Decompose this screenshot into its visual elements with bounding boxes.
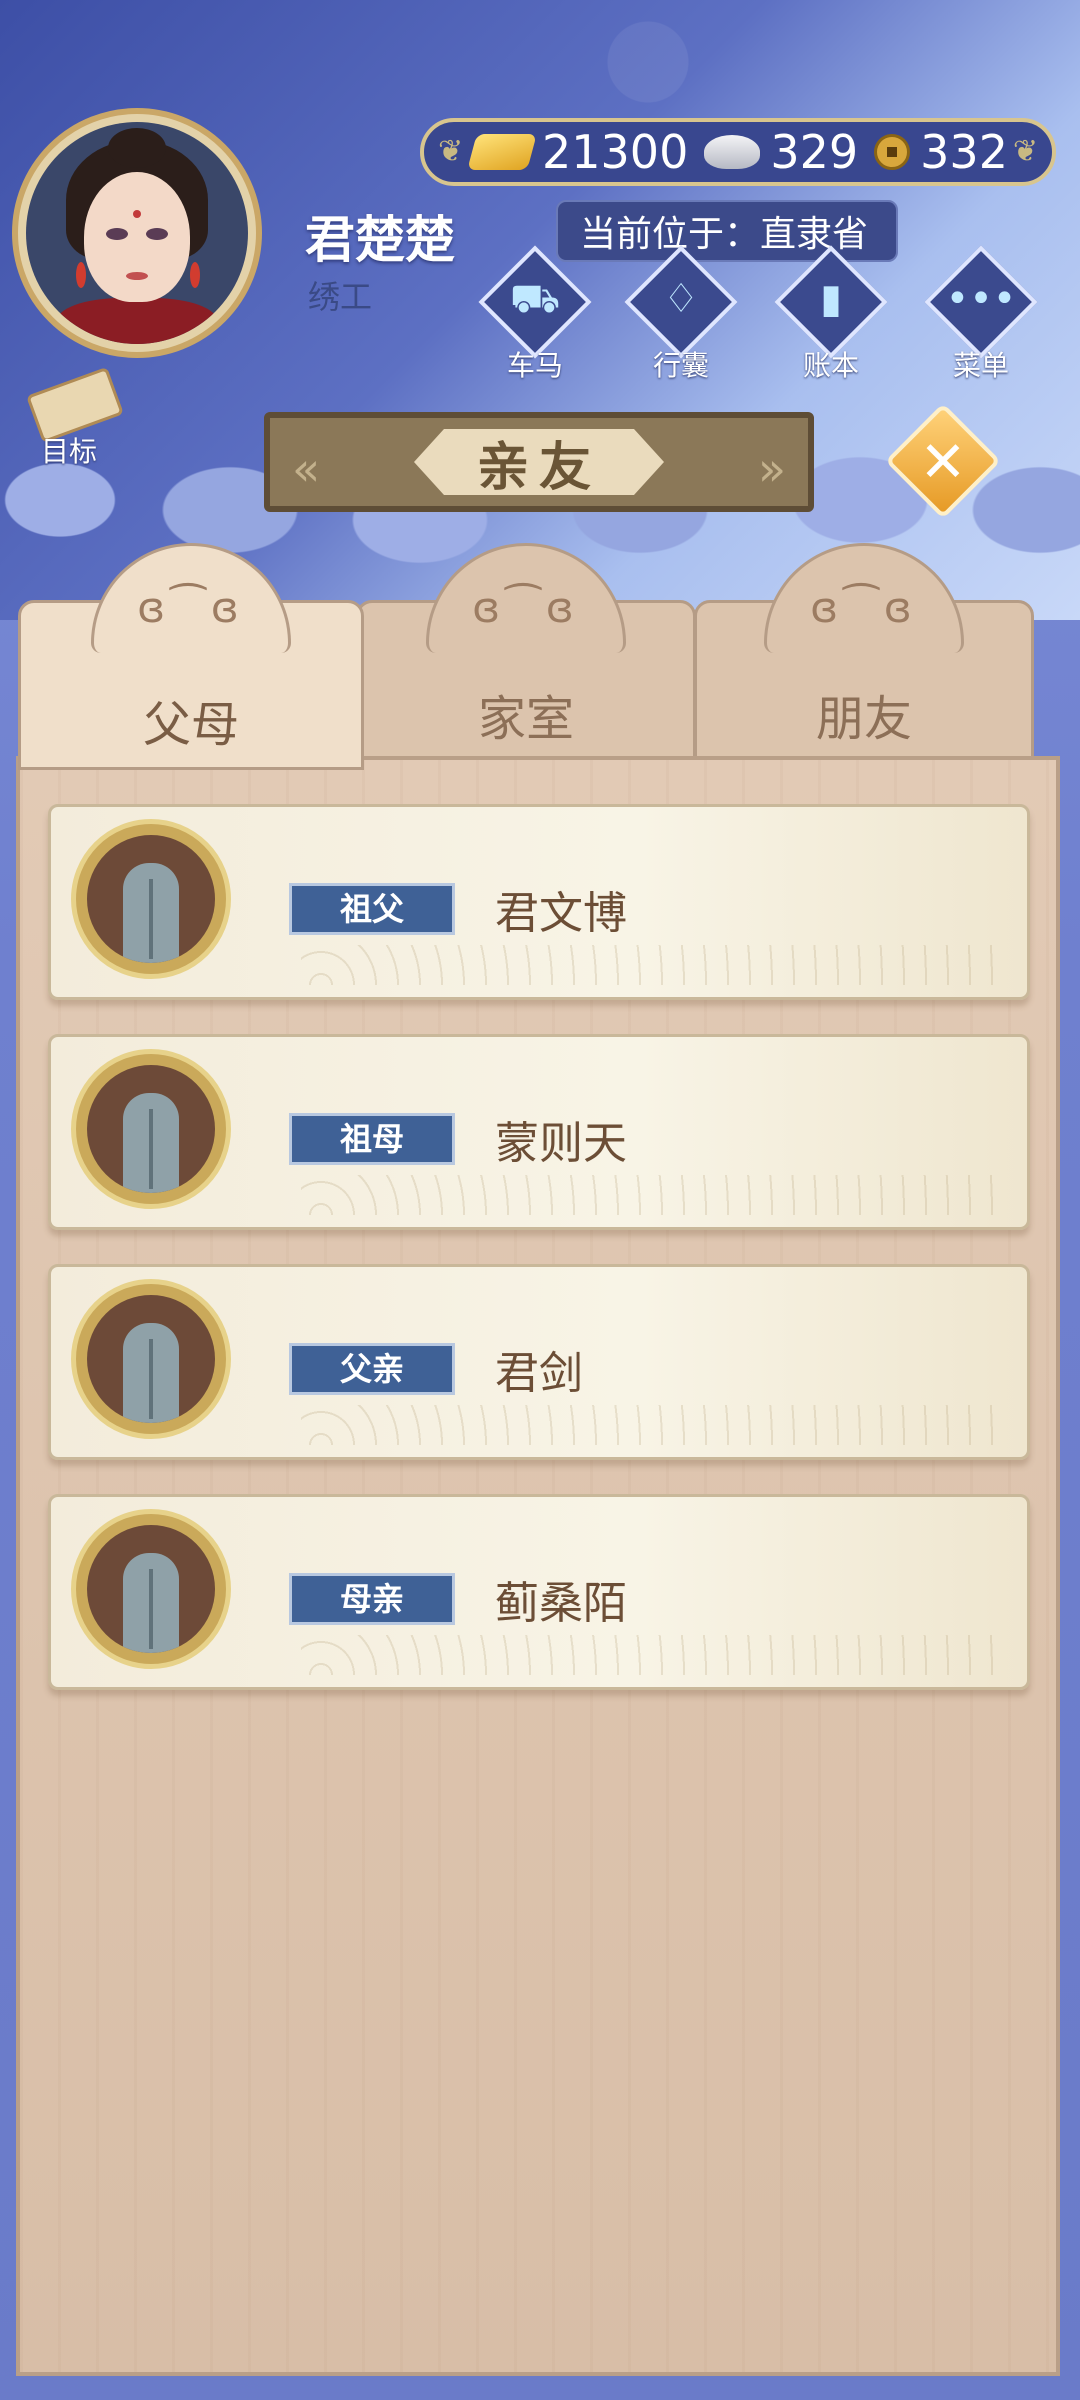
portrait-eye (146, 228, 168, 240)
player-title: 绣工 (308, 278, 373, 316)
current-location[interactable]: 当前位于：直隶省 (556, 200, 899, 262)
relation-badge: 母亲 (289, 1573, 455, 1625)
tab-label: 父母 (142, 697, 239, 753)
relative-card[interactable]: 祖母 蒙则天 (48, 1034, 1030, 1230)
bamboo-decoration-icon: ❦ (438, 134, 464, 169)
cloud-swirl-icon: ɞ⁀ɞ (810, 583, 918, 632)
menu-button[interactable]: ••• 菜单 (924, 245, 1038, 382)
tab-family[interactable]: ɞ⁀ɞ 家室 (356, 543, 696, 760)
relative-name: 君剑 (495, 1348, 583, 1399)
player-avatar[interactable] (12, 108, 262, 358)
tombstone-icon (87, 1065, 215, 1193)
relation-badge: 父亲 (289, 1343, 455, 1395)
relation-badge: 祖父 (289, 883, 455, 935)
relative-card[interactable]: 祖父 君文博 (48, 804, 1030, 1000)
coin-amount: 332 (920, 125, 1008, 179)
ledger-label: 账本 (802, 349, 859, 382)
carriage-button[interactable]: ⛟ 车马 (478, 245, 592, 382)
relative-card[interactable]: 母亲 蓟桑陌 (48, 1494, 1030, 1690)
player-name: 君楚楚 (305, 211, 455, 269)
portrait-face (84, 172, 190, 302)
tab-parents[interactable]: ɞ⁀ɞ 父母 (18, 543, 364, 770)
tombstone-line (149, 1339, 153, 1419)
tombstone-line (149, 1109, 153, 1189)
portrait-lips (126, 272, 148, 280)
tombstone-icon (87, 835, 215, 963)
cloud-swirl-icon: ɞ⁀ɞ (137, 583, 245, 632)
goal-label: 目标 (40, 435, 97, 468)
panel-title: 亲友 (414, 429, 664, 495)
bag-label: 行囊 (652, 349, 709, 382)
portrait-forehead-mark (133, 210, 141, 218)
bag-button[interactable]: ♢ 行囊 (624, 245, 738, 382)
silver-amount: 329 (770, 125, 859, 179)
tab-friends[interactable]: ɞ⁀ɞ 朋友 (694, 543, 1034, 760)
avatar-portrait (26, 122, 248, 344)
bamboo-decoration-icon: ❦ (1012, 134, 1038, 169)
gold-amount: 21300 (542, 125, 689, 179)
cloud-swirl-icon: ɞ⁀ɞ (472, 583, 580, 632)
relative-name: 君文博 (495, 888, 627, 939)
panel-title-plate: « 亲友 » (264, 412, 814, 512)
bag-icon: ♢ (663, 276, 699, 322)
chevron-left-decoration-icon: « (292, 442, 321, 496)
relative-name: 蓟桑陌 (495, 1578, 627, 1629)
relative-card[interactable]: 父亲 君剑 (48, 1264, 1030, 1460)
tab-label: 家室 (477, 691, 574, 747)
chevron-right-decoration-icon: » (757, 442, 786, 496)
relative-avatar (71, 1049, 231, 1209)
relation-badge: 祖母 (289, 1113, 455, 1165)
portrait-earring (190, 262, 200, 288)
tab-label: 朋友 (815, 691, 912, 747)
relative-avatar (71, 1509, 231, 1669)
ledger-button[interactable]: ▮ 账本 (774, 245, 888, 382)
relative-name: 蒙则天 (495, 1118, 627, 1169)
gold-ingot-icon (467, 134, 537, 170)
currency-bar: ❦ 21300 329 332 ❦ (420, 118, 1056, 186)
ledger-icon: ▮ (819, 276, 842, 322)
more-icon: ••• (945, 276, 1017, 322)
close-icon[interactable]: ✕ (900, 420, 986, 506)
goal-button[interactable]: 目标 (14, 366, 124, 468)
copper-coin-icon (874, 134, 911, 170)
tombstone-line (149, 879, 153, 959)
portrait-eye (106, 228, 128, 240)
tombstone-icon (87, 1295, 215, 1423)
portrait-earring (76, 262, 86, 288)
silver-ingot-icon (704, 135, 761, 169)
tombstone-icon (87, 1525, 215, 1653)
relative-avatar (71, 1279, 231, 1439)
portrait-collar (56, 298, 218, 344)
carriage-label: 车马 (506, 349, 563, 382)
relative-avatar (71, 819, 231, 979)
tombstone-line (149, 1569, 153, 1649)
menu-label: 菜单 (952, 349, 1009, 382)
portrait-hair-bun (108, 128, 166, 168)
carriage-icon: ⛟ (509, 276, 561, 322)
